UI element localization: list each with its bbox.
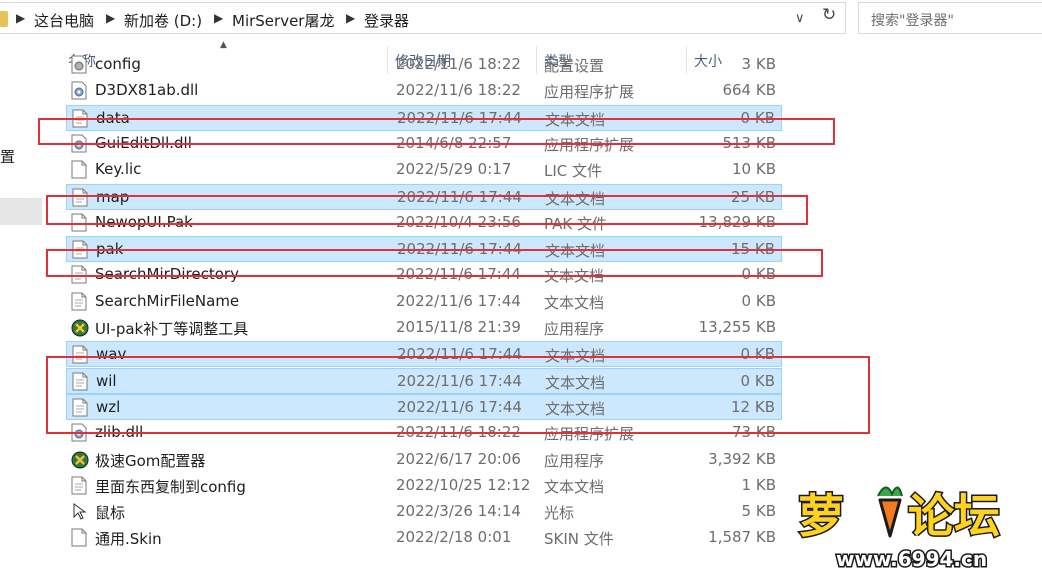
search-input[interactable]: 搜索"登录器": [871, 10, 954, 30]
file-name: SearchMirFileName: [95, 291, 240, 310]
application-icon: [71, 318, 89, 337]
file-row[interactable]: UI-pak补丁等调整工具 2015/11/8 21:39 应用程序 13,255 K…: [66, 315, 782, 341]
file-name: D3DX81ab.dll: [95, 81, 199, 100]
breadcrumb-current-folder[interactable]: 登录器: [364, 10, 409, 31]
file-type: 应用程序: [544, 320, 605, 338]
file-row[interactable]: config 2022/11/6 18:22 配置设置 3 KB: [66, 52, 782, 78]
file-name: 通用.Skin: [95, 530, 162, 549]
config-file-icon: [71, 55, 87, 74]
chevron-right-icon[interactable]: ▶: [16, 11, 25, 25]
file-date: 2015/11/8 21:39: [396, 318, 521, 336]
file-size: 1,587 KB: [708, 528, 776, 547]
svg-text:论坛: 论坛: [908, 489, 1000, 543]
file-name: 里面东西复制到config: [95, 477, 246, 496]
file-date: 2022/11/6 18:22: [396, 81, 521, 100]
breadcrumb-mirserver[interactable]: MirServer屠龙: [232, 10, 334, 31]
file-row[interactable]: D3DX81ab.dll 2022/11/6 18:22 应用程序扩展 664 KB: [66, 78, 782, 104]
file-name: UI-pak补丁等调整工具: [95, 320, 249, 338]
file-type: SKIN 文件: [544, 530, 614, 549]
svg-text:萝: 萝: [798, 489, 844, 543]
file-name: 鼠标: [95, 504, 126, 523]
forum-watermark-logo: 萝 论坛 www.6994.cn: [797, 486, 1002, 572]
file-size: 5 KB: [741, 502, 776, 521]
file-row[interactable]: 里面东西复制到config 2022/10/25 12:12 文本文档 1 KB: [66, 473, 782, 499]
file-date: 2022/2/18 0:01: [396, 528, 512, 547]
file-row[interactable]: 通用.Skin 2022/2/18 0:01 SKIN 文件 1,587 KB: [66, 525, 782, 551]
cursor-file-icon: [71, 502, 87, 521]
address-bar-area: ▶ 这台电脑 ▶ 新加卷 (D:) ▶ MirServer屠龙 ▶ 登录器 ∨ …: [0, 0, 1042, 38]
file-type: 应用程序: [544, 451, 605, 470]
file-row[interactable]: Key.lic 2022/5/29 0:17 LIC 文件 10 KB: [66, 157, 782, 183]
text-file-icon: [71, 476, 87, 495]
file-name: Key.lic: [95, 160, 142, 179]
dll-file-icon: [71, 81, 87, 100]
file-row[interactable]: 极速Gom配置器 2022/6/17 20:06 应用程序 3,392 KB: [66, 447, 782, 473]
file-row[interactable]: 鼠标 2022/3/26 14:14 光标 5 KB: [66, 499, 782, 525]
file-type: LIC 文件: [544, 162, 603, 181]
chevron-right-icon[interactable]: ▶: [214, 11, 223, 25]
history-dropdown-icon[interactable]: ∨: [795, 11, 805, 26]
file-size: 13,255 KB: [698, 318, 776, 336]
breadcrumb-this-pc[interactable]: 这台电脑: [34, 10, 94, 31]
file-date: 2022/3/26 14:14: [396, 502, 521, 521]
file-explorer-window: ▶ 这台电脑 ▶ 新加卷 (D:) ▶ MirServer屠龙 ▶ 登录器 ∨ …: [0, 0, 1042, 572]
application-icon: [71, 450, 89, 469]
file-size: 0 KB: [741, 291, 776, 310]
file-date: 2022/5/29 0:17: [396, 160, 512, 179]
watermark-url: www.6994.cn: [836, 547, 987, 571]
file-type: 文本文档: [544, 293, 605, 312]
file-date: 2022/6/17 20:06: [396, 449, 521, 468]
file-date: 2022/11/6 18:22: [396, 55, 521, 73]
file-date: 2022/10/25 12:12: [396, 475, 531, 494]
file-type: 光标: [544, 504, 575, 523]
search-box[interactable]: 搜索"登录器": [858, 2, 1042, 34]
carrot-icon: [877, 486, 903, 538]
chevron-right-icon[interactable]: ▶: [106, 11, 115, 25]
folder-icon: [0, 11, 8, 27]
file-name: config: [95, 55, 141, 73]
annotation-box-data: [38, 118, 835, 145]
generic-file-icon: [71, 160, 87, 179]
breadcrumb-drive[interactable]: 新加卷 (D:): [124, 10, 202, 31]
chevron-right-icon[interactable]: ▶: [346, 11, 355, 25]
address-bar[interactable]: ▶ 这台电脑 ▶ 新加卷 (D:) ▶ MirServer屠龙 ▶ 登录器 ∨: [0, 2, 846, 34]
file-type: 应用程序扩展: [544, 83, 635, 102]
file-size: 3 KB: [741, 55, 776, 73]
annotation-box-pak: [46, 249, 823, 277]
refresh-icon[interactable]: ↻: [822, 5, 836, 25]
file-size: 664 KB: [722, 81, 776, 100]
file-size: 3,392 KB: [708, 449, 776, 468]
file-name: 极速Gom配置器: [95, 451, 206, 470]
file-date: 2022/11/6 17:44: [396, 291, 521, 310]
annotation-box-map: [46, 195, 808, 225]
annotation-box-wav-wil-wzl: [46, 356, 870, 434]
file-size: 10 KB: [732, 160, 776, 179]
file-row[interactable]: SearchMirFileName 2022/11/6 17:44 文本文档 0 KB: [66, 289, 782, 315]
file-size: 1 KB: [741, 475, 776, 494]
file-type: 配置设置: [544, 57, 605, 75]
file-type: 文本文档: [544, 477, 605, 496]
generic-file-icon: [71, 528, 87, 547]
text-file-icon: [71, 292, 87, 311]
